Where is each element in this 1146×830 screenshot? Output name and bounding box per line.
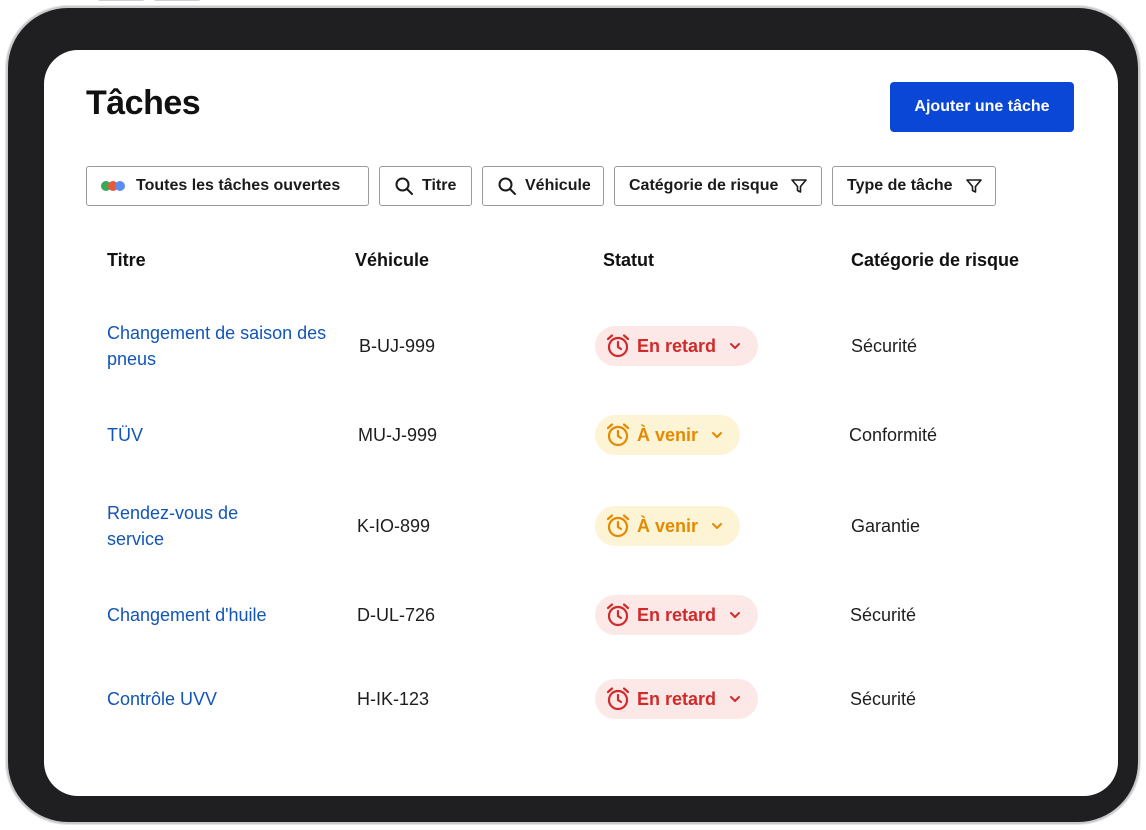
table-row: Changement d'huile D-UL-726 En retard Sé… — [44, 595, 1118, 635]
dot-blue — [115, 181, 125, 191]
table-row: Contrôle UVV H-IK-123 En retard Sécurité — [44, 679, 1118, 719]
column-header-status[interactable]: Statut — [603, 250, 654, 271]
filter-label: Véhicule — [525, 177, 591, 194]
filter-label: Type de tâche — [847, 177, 953, 194]
task-title-link[interactable]: Changement de saison des pneus — [107, 320, 327, 372]
status-label: En retard — [637, 604, 717, 625]
search-icon — [394, 176, 414, 196]
multicolor-dots-icon — [101, 181, 125, 191]
page-title: Tâches — [86, 84, 201, 122]
chevron-down-icon — [710, 428, 724, 442]
status-badge[interactable]: À venir — [595, 415, 741, 455]
status-label: En retard — [637, 335, 717, 356]
filter-vehicle-search[interactable]: Véhicule — [482, 166, 604, 206]
table-row: TÜV MU-J-999 À venir Conformité — [44, 415, 1118, 455]
status-label: À venir — [637, 424, 699, 445]
filter-bar: Toutes les tâches ouvertes Titre Véhicul… — [86, 166, 996, 206]
status-badge[interactable]: En retard — [595, 595, 759, 635]
column-header-risk-category[interactable]: Catégorie de risque — [851, 250, 1019, 271]
vehicle-plate: H-IK-123 — [357, 689, 430, 709]
volume-button — [154, 0, 200, 1]
filter-label: Titre — [422, 177, 457, 194]
filter-icon — [965, 177, 983, 195]
add-task-button[interactable]: Ajouter une tâche — [890, 82, 1074, 132]
status-badge[interactable]: En retard — [595, 679, 759, 719]
task-title-link[interactable]: TÜV — [107, 422, 327, 448]
vehicle-plate: B-UJ-999 — [359, 336, 436, 356]
chevron-down-icon — [710, 519, 724, 533]
status-label: À venir — [637, 515, 699, 536]
tablet-frame: Tâches Ajouter une tâche Toutes les tâch… — [8, 0, 1138, 822]
chevron-down-icon — [728, 608, 742, 622]
vehicle-plate: D-UL-726 — [357, 605, 436, 625]
chevron-down-icon — [728, 692, 742, 706]
vehicle-plate: MU-J-999 — [358, 425, 438, 445]
task-title-link[interactable]: Changement d'huile — [107, 602, 327, 628]
task-title-link[interactable]: Rendez-vous de service — [107, 500, 277, 552]
search-icon — [497, 176, 517, 196]
status-label: En retard — [637, 688, 717, 709]
risk-category: Sécurité — [851, 336, 918, 356]
filter-all-open-tasks[interactable]: Toutes les tâches ouvertes — [86, 166, 369, 206]
alarm-clock-icon — [605, 333, 631, 359]
column-header-title[interactable]: Titre — [107, 250, 146, 271]
table-header: Titre Véhicule Statut Catégorie de risqu… — [44, 250, 1118, 276]
alarm-clock-icon — [605, 602, 631, 628]
filter-risk-category[interactable]: Catégorie de risque — [614, 166, 822, 206]
app-screen: Tâches Ajouter une tâche Toutes les tâch… — [44, 50, 1118, 796]
risk-category: Sécurité — [850, 605, 917, 625]
status-badge[interactable]: En retard — [595, 326, 759, 366]
alarm-clock-icon — [605, 422, 631, 448]
table-row: Rendez-vous de service K-IO-899 À venir … — [44, 500, 1118, 552]
task-title-link[interactable]: Contrôle UVV — [107, 686, 327, 712]
alarm-clock-icon — [605, 513, 631, 539]
vehicle-plate: K-IO-899 — [357, 516, 431, 536]
chevron-down-icon — [728, 339, 742, 353]
risk-category: Conformité — [849, 425, 938, 445]
status-badge[interactable]: À venir — [595, 506, 741, 546]
filter-label: Toutes les tâches ouvertes — [136, 177, 341, 194]
volume-button — [98, 0, 144, 1]
filter-icon — [790, 177, 808, 195]
filter-title-search[interactable]: Titre — [379, 166, 472, 206]
column-header-vehicle[interactable]: Véhicule — [355, 250, 429, 271]
alarm-clock-icon — [605, 686, 631, 712]
risk-category: Garantie — [851, 516, 921, 536]
filter-task-type[interactable]: Type de tâche — [832, 166, 996, 206]
table-row: Changement de saison des pneus B-UJ-999 … — [44, 320, 1118, 372]
risk-category: Sécurité — [850, 689, 917, 709]
filter-label: Catégorie de risque — [629, 177, 779, 194]
